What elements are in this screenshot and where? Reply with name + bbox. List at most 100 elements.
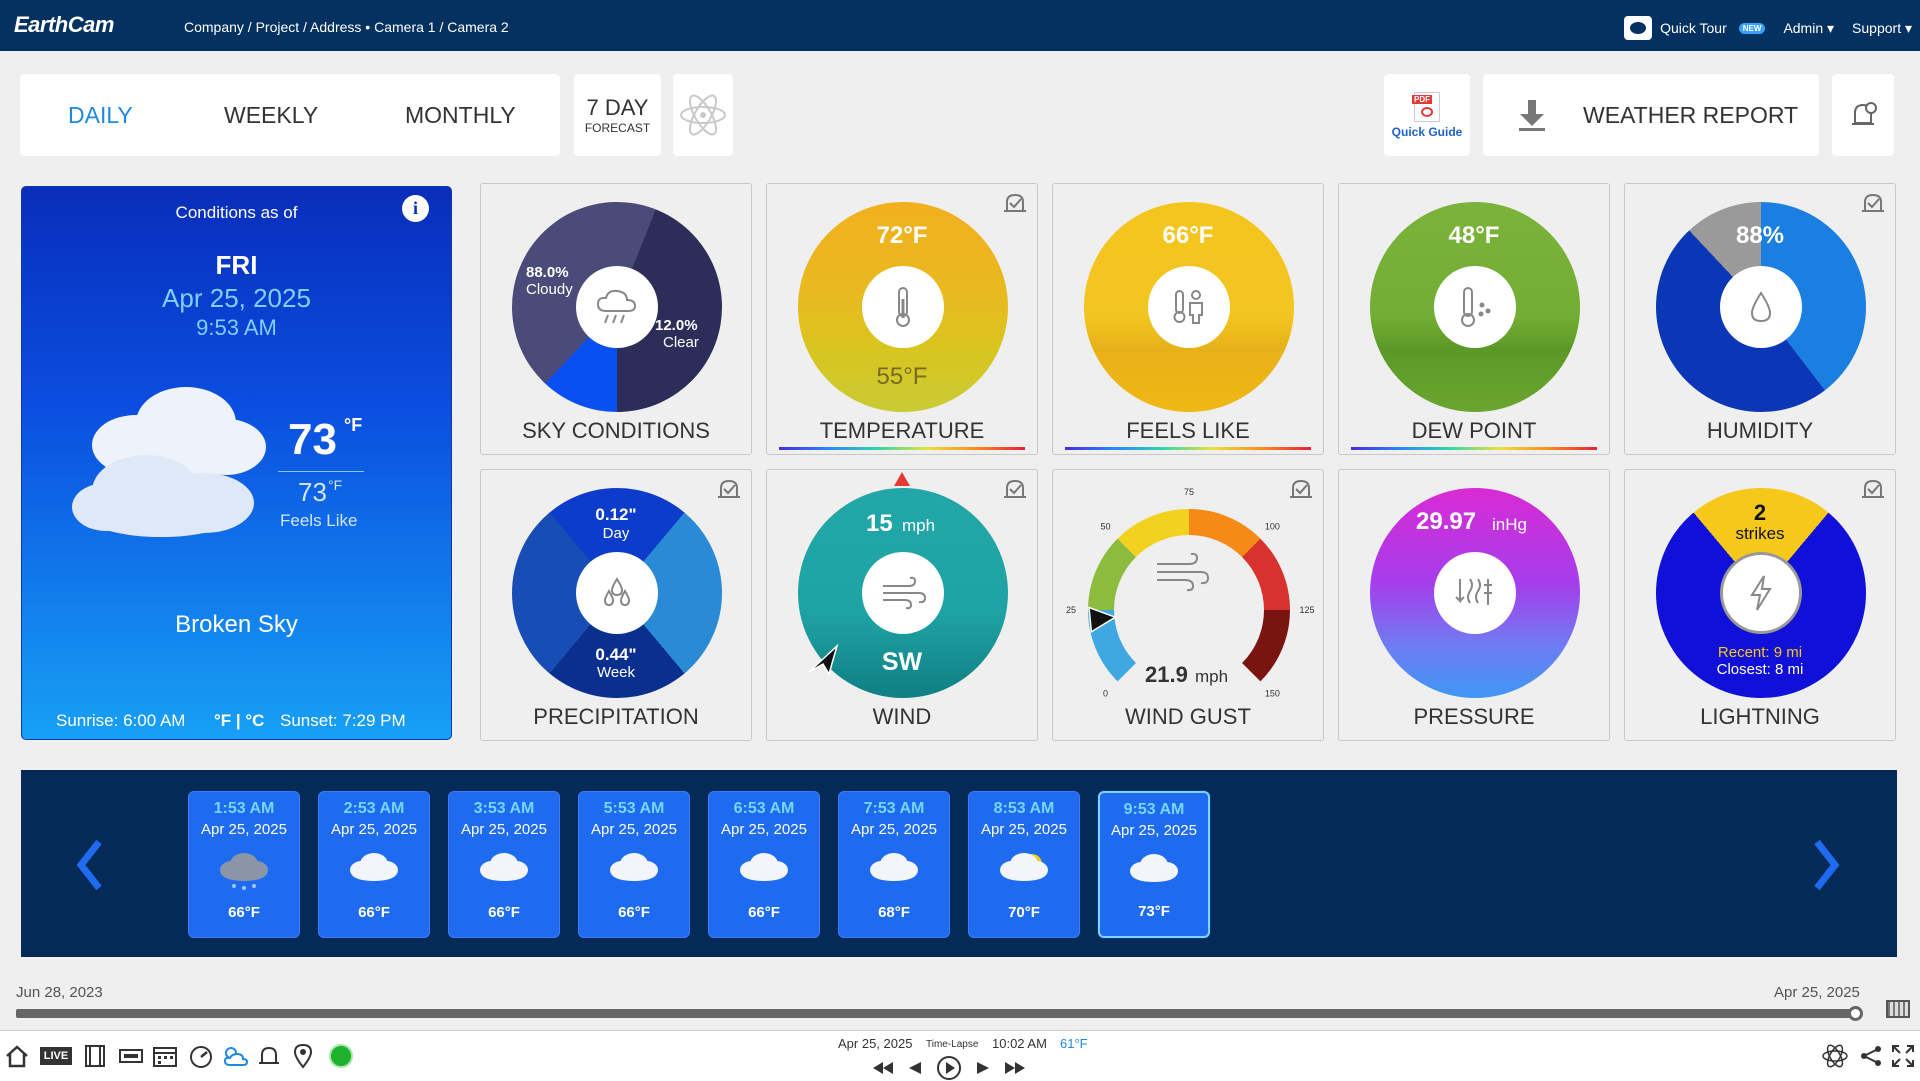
hourly-timeline: 1:53 AM Apr 25, 2025 66°F 2:53 AM Apr 25, 20… [21, 770, 1897, 957]
seven-day-forecast-button[interactable]: 7 DAY FORECAST [574, 74, 661, 156]
skip-forward-icon[interactable] [1004, 1060, 1026, 1076]
lightning-strikes-label: strikes [1735, 524, 1785, 543]
quick-tour-button[interactable]: Quick Tour NEW [1624, 16, 1766, 40]
hourly-card[interactable]: 6:53 AM Apr 25, 2025 66°F [708, 791, 820, 938]
forecast-big: 7 DAY [586, 95, 649, 120]
download-icon [1519, 100, 1545, 131]
temperature-tile[interactable]: 72°F 55°F TEMPERATURE [766, 183, 1038, 455]
hourly-card[interactable]: 8:53 AM Apr 25, 2025 70°F [968, 791, 1080, 938]
scrubber-area: Jun 28, 2023 Apr 25, 2025 [0, 982, 1920, 1030]
precipitation-tile[interactable]: 0.12" Day 0.44" Week PRECIPITATION [480, 469, 752, 741]
admin-menu[interactable]: Admin ▾ [1783, 20, 1834, 37]
conditions-date: Apr 25, 2025 [162, 283, 311, 313]
film-icon[interactable] [80, 1041, 110, 1071]
new-badge: NEW [1738, 22, 1766, 34]
hourly-card[interactable]: 9:53 AM Apr 25, 2025 73°F [1098, 791, 1210, 938]
hourly-date: Apr 25, 2025 [851, 821, 937, 838]
alarm-settings-icon[interactable] [1859, 190, 1887, 218]
atom-button[interactable] [673, 74, 733, 156]
person-temp-icon [1148, 266, 1230, 348]
tab-weekly[interactable]: WEEKLY [224, 102, 318, 129]
calendar-icon[interactable] [150, 1041, 180, 1071]
tab-monthly[interactable]: MONTHLY [405, 102, 516, 129]
hourly-date: Apr 25, 2025 [721, 821, 807, 838]
step-forward-icon[interactable] [976, 1060, 990, 1076]
support-menu[interactable]: Support ▾ [1852, 20, 1912, 37]
live-button[interactable]: LIVE [38, 1041, 74, 1071]
breadcrumb[interactable]: Company / Project / Address • Camera 1 /… [184, 19, 509, 35]
wind-label: WIND [872, 704, 932, 729]
broken-clouds-icon [72, 387, 266, 537]
humidity-tile[interactable]: 88% HUMIDITY [1624, 183, 1896, 455]
pressure-tile[interactable]: 29.97 inHg PRESSURE [1338, 469, 1610, 741]
hourly-card[interactable]: 3:53 AM Apr 25, 2025 66°F [448, 791, 560, 938]
status-indicator-icon[interactable] [326, 1041, 356, 1071]
hourly-card[interactable]: 2:53 AM Apr 25, 2025 66°F [318, 791, 430, 938]
conditions-title: Conditions as of [175, 203, 298, 222]
humidity-label: HUMIDITY [1706, 418, 1814, 443]
home-icon[interactable] [2, 1041, 32, 1071]
precip-day-label: Day [602, 525, 630, 542]
hourly-card[interactable]: 1:53 AM Apr 25, 2025 66°F [188, 791, 300, 938]
fullscreen-icon[interactable] [1888, 1041, 1918, 1071]
map-pin-icon[interactable] [288, 1041, 318, 1071]
hourly-time: 7:53 AM [863, 800, 925, 817]
player-temp: 61°F [1060, 1036, 1088, 1051]
hourly-temp: 66°F [488, 904, 520, 921]
hourly-temp: 66°F [358, 904, 390, 921]
precip-week-value: 0.44" [595, 645, 637, 664]
panorama-icon[interactable] [116, 1041, 146, 1071]
player-mode: Time-Lapse [926, 1039, 979, 1050]
gust-tick-label: 75 [1184, 487, 1194, 497]
lightning-tile[interactable]: 2 strikes Recent: 9 mi Closest: 8 mi LIG… [1624, 469, 1896, 741]
gust-tick-label: 50 [1101, 522, 1111, 532]
pdf-icon: PDF [1412, 91, 1440, 122]
temperature-low: 55°F [876, 363, 928, 390]
weather-report-button[interactable]: WEATHER REPORT [1483, 74, 1819, 156]
wind-gust-label: WIND GUST [1125, 704, 1251, 729]
gust-arc-segment [1241, 538, 1290, 611]
info-icon[interactable]: i [402, 195, 429, 222]
sky-cloudy-label: Cloudy [526, 281, 573, 298]
hourly-temp: 66°F [748, 904, 780, 921]
hourly-card[interactable]: 5:53 AM Apr 25, 2025 66°F [578, 791, 690, 938]
alarm-settings-icon[interactable] [1001, 190, 1029, 218]
north-marker [894, 472, 910, 486]
alarm-settings-icon[interactable] [1001, 476, 1029, 504]
earthcam-logo[interactable]: EarthCam [14, 12, 114, 38]
feels-like-tile[interactable]: 66°F FEELS LIKE [1052, 183, 1324, 455]
conditions-description: Broken Sky [175, 611, 298, 638]
hourly-date: Apr 25, 2025 [591, 821, 677, 838]
wind-tile[interactable]: 15 mph SW WIND [766, 469, 1038, 741]
gust-arc-segment [1241, 609, 1290, 682]
filmstrip-icon[interactable] [1886, 1000, 1910, 1018]
play-icon[interactable] [936, 1055, 962, 1081]
temperature-high: 72°F [876, 222, 928, 249]
current-temp-unit: °F [344, 415, 363, 435]
alert-settings-button[interactable] [1832, 74, 1894, 156]
sky-conditions-tile[interactable]: 88.0% Cloudy 12.0% Clear SKY CONDITIONS [468, 158, 766, 456]
previous-arrow-icon[interactable] [75, 838, 105, 892]
feels-like-value: 66°F [1162, 222, 1214, 249]
next-arrow-icon[interactable] [1811, 838, 1841, 892]
hourly-card[interactable]: 7:53 AM Apr 25, 2025 68°F [838, 791, 950, 938]
cloud-icon [870, 853, 918, 881]
wind-gust-tile[interactable]: 0 25 50 75 100 125 150 21.9 mph WIND GUST [1052, 469, 1324, 741]
scrubber-track[interactable] [16, 1009, 1856, 1018]
scrubber-handle[interactable] [1848, 1006, 1863, 1021]
tab-daily[interactable]: DAILY [68, 102, 133, 129]
dew-point-tile[interactable]: 48°F DEW POINT [1338, 183, 1610, 455]
alarm-settings-icon[interactable] [715, 476, 743, 504]
feels-like-unit: °F [328, 477, 343, 493]
alert-icon[interactable] [254, 1041, 284, 1071]
cloud-icon [350, 853, 398, 881]
unit-toggle[interactable]: °F | °C [214, 711, 264, 731]
atom-icon[interactable] [1820, 1041, 1850, 1071]
quick-guide-button[interactable]: PDF Quick Guide [1384, 74, 1470, 156]
weather-icon[interactable] [220, 1041, 250, 1071]
hourly-time: 1:53 AM [213, 800, 275, 817]
share-icon[interactable] [1856, 1041, 1886, 1071]
step-back-icon[interactable] [908, 1060, 922, 1076]
skip-back-icon[interactable] [872, 1060, 894, 1076]
speedometer-icon[interactable] [186, 1041, 216, 1071]
